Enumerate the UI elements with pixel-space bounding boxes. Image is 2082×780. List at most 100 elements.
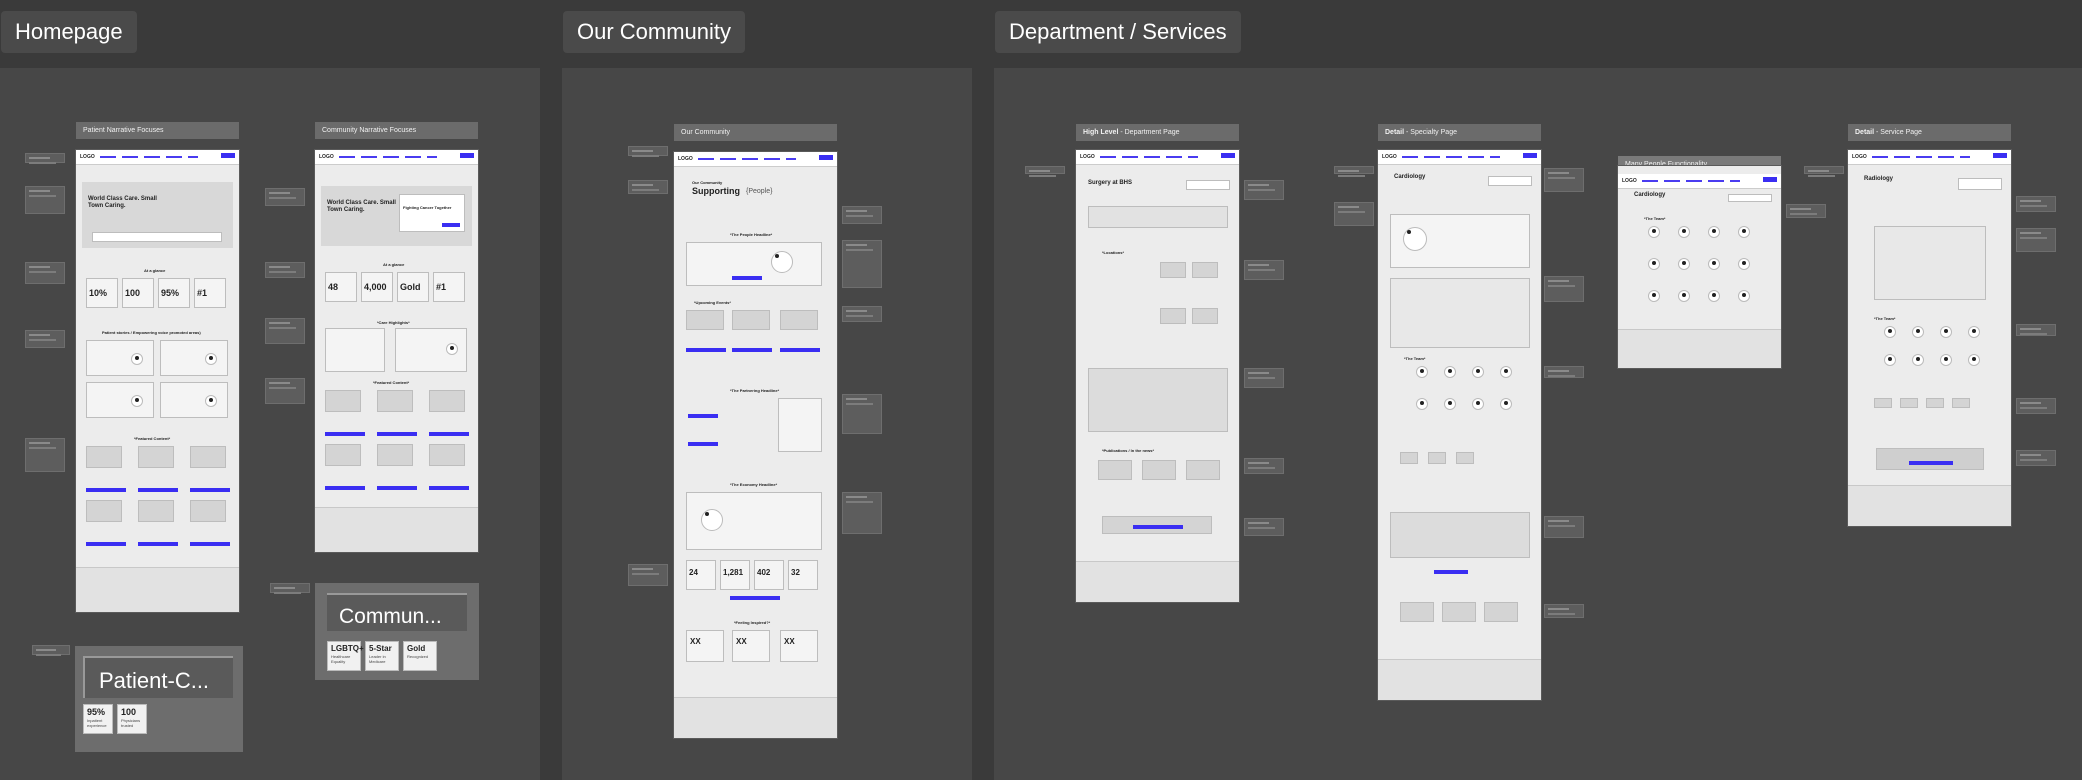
nav-cta-button[interactable] [221, 153, 235, 158]
frame-label-detail-specialty[interactable]: Detail - Specialty Page [1378, 124, 1541, 141]
team-avatar[interactable] [1444, 366, 1456, 378]
featured-card[interactable] [138, 446, 174, 468]
team-avatar[interactable] [1884, 354, 1896, 366]
team-avatar[interactable] [1968, 354, 1980, 366]
nav-links[interactable] [698, 158, 796, 160]
team-avatar[interactable] [1912, 326, 1924, 338]
featured-button[interactable] [377, 432, 417, 436]
nav-cta-button[interactable] [460, 153, 474, 158]
section-tag-department[interactable]: Department / Services [995, 11, 1241, 53]
logo[interactable]: LOGO [1382, 154, 1397, 160]
team-avatar[interactable] [1472, 398, 1484, 410]
contact-box[interactable] [1958, 178, 2002, 190]
partner-button[interactable] [688, 414, 718, 418]
event-button[interactable] [780, 348, 820, 352]
logo[interactable]: LOGO [80, 154, 95, 160]
event-card[interactable] [686, 310, 724, 330]
team-avatar[interactable] [1912, 354, 1924, 366]
people-button[interactable] [732, 276, 762, 280]
featured-card[interactable] [138, 500, 174, 522]
inspire-card[interactable]: XX [780, 630, 818, 662]
community-homepage-frame[interactable]: LOGO World Class Care. Small Town Caring… [315, 150, 478, 552]
featured-card[interactable] [377, 444, 413, 466]
section-tag-community[interactable]: Our Community [563, 11, 746, 53]
team-avatar[interactable] [1708, 258, 1720, 270]
team-avatar[interactable] [1708, 226, 1720, 238]
nav-links[interactable] [1872, 156, 1970, 158]
highlight-card[interactable] [395, 328, 467, 372]
team-avatar[interactable] [1940, 354, 1952, 366]
story-card[interactable] [86, 382, 154, 418]
featured-card[interactable] [190, 446, 226, 468]
contact-box[interactable] [1728, 194, 1772, 202]
event-card[interactable] [780, 310, 818, 330]
hero-search[interactable] [92, 232, 222, 242]
team-avatar[interactable] [1648, 290, 1660, 302]
team-avatar[interactable] [1500, 366, 1512, 378]
inspire-card[interactable]: XX [732, 630, 770, 662]
accordion-button[interactable] [1434, 570, 1468, 574]
nav-cta-button[interactable] [1763, 177, 1777, 182]
our-community-frame[interactable]: LOGO Our Community Supporting {People} *… [674, 152, 837, 738]
event-button[interactable] [686, 348, 726, 352]
frame-label-detail-service[interactable]: Detail - Service Page [1848, 124, 2011, 141]
nav-cta-button[interactable] [1221, 153, 1235, 158]
event-card[interactable] [732, 310, 770, 330]
community-preview-card[interactable]: Commun... LGBTQ+ Healthcare Equality 5-St… [315, 583, 479, 680]
department-page-frame[interactable]: LOGO Surgery at BHS *Locations* *Publica… [1076, 150, 1239, 602]
featured-button[interactable] [190, 488, 230, 492]
cta-banner[interactable] [1876, 448, 1984, 470]
many-people-frame[interactable]: LOGO Cardiology *The Team* [1618, 166, 1781, 368]
featured-card[interactable] [429, 390, 465, 412]
frame-label-our-community[interactable]: Our Community [674, 124, 837, 141]
partner-button[interactable] [688, 442, 718, 446]
frame-label-high-level[interactable]: High Level - Department Page [1076, 124, 1239, 141]
featured-button[interactable] [377, 486, 417, 490]
team-avatar[interactable] [1648, 258, 1660, 270]
patient-homepage-frame[interactable]: LOGO World Class Care. Small Town Caring… [76, 150, 239, 612]
featured-button[interactable] [429, 432, 469, 436]
team-avatar[interactable] [1738, 290, 1750, 302]
contact-box[interactable] [1186, 180, 1230, 190]
featured-card[interactable] [325, 390, 361, 412]
nav-cta-button[interactable] [819, 155, 833, 160]
team-avatar[interactable] [1416, 398, 1428, 410]
team-avatar[interactable] [1940, 326, 1952, 338]
story-card[interactable] [160, 340, 228, 376]
featured-card[interactable] [86, 446, 122, 468]
featured-button[interactable] [325, 486, 365, 490]
hero-card[interactable]: Fighting Cancer Together [399, 194, 465, 232]
newsletter-cta[interactable] [1102, 516, 1212, 534]
publication-card[interactable] [1400, 602, 1434, 622]
nav-links[interactable] [1642, 180, 1740, 182]
team-avatar[interactable] [1416, 366, 1428, 378]
section-tag-homepage[interactable]: Homepage [1, 11, 137, 53]
frame-label-patient[interactable]: Patient Narrative Focuses [76, 122, 239, 139]
team-avatar[interactable] [1708, 290, 1720, 302]
services-lists[interactable] [1390, 278, 1530, 348]
featured-button[interactable] [138, 488, 178, 492]
specialty-page-frame[interactable]: LOGO Cardiology *The Team* [1378, 150, 1541, 700]
team-avatar[interactable] [1678, 258, 1690, 270]
team-avatar[interactable] [1444, 398, 1456, 410]
frame-label-community-focus[interactable]: Community Narrative Focuses [315, 122, 478, 139]
service-links[interactable] [1088, 206, 1228, 228]
featured-button[interactable] [86, 488, 126, 492]
logo[interactable]: LOGO [1080, 154, 1095, 160]
team-avatar[interactable] [1648, 226, 1660, 238]
accordion[interactable] [1390, 512, 1530, 558]
publication-card[interactable] [1186, 460, 1220, 480]
publication-card[interactable] [1484, 602, 1518, 622]
featured-button[interactable] [429, 486, 469, 490]
team-avatar[interactable] [1738, 226, 1750, 238]
featured-button[interactable] [190, 542, 230, 546]
featured-card[interactable] [325, 444, 361, 466]
featured-button[interactable] [325, 432, 365, 436]
logo[interactable]: LOGO [1622, 178, 1637, 184]
team-avatar[interactable] [1968, 326, 1980, 338]
featured-card[interactable] [377, 390, 413, 412]
featured-button[interactable] [86, 542, 126, 546]
logo[interactable]: LOGO [1852, 154, 1867, 160]
nav-cta-button[interactable] [1993, 153, 2007, 158]
accordion[interactable] [1088, 368, 1228, 432]
